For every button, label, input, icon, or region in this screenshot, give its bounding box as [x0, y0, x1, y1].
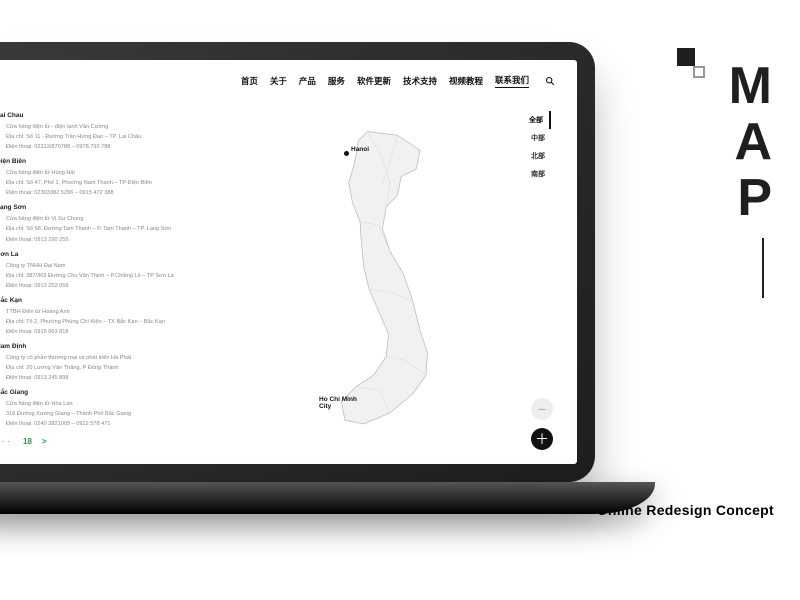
map-column: Hanoi Ho Chi Minh City 全部中部北部南部 − ＋ [220, 106, 559, 456]
filter-option[interactable]: 南部 [505, 165, 551, 183]
nav-item[interactable]: 服务 [328, 75, 345, 87]
title-divider [762, 238, 764, 298]
location-detail-line: Điện thoại: 0913 252 059 [6, 281, 206, 291]
location-detail-line: Điện thoại: 02313/870788 – 0978.792.788 [6, 142, 206, 152]
nav-item[interactable]: 产品 [299, 75, 316, 87]
accent-square-outline [693, 66, 705, 78]
top-nav: 首页关于产品服务软件更新技术支持视频教程联系我们 [0, 60, 577, 98]
location-detail-line: TTBH Điện tử Hoàng Anh [6, 307, 206, 317]
vietnam-map[interactable] [315, 124, 465, 439]
filter-option[interactable]: 全部 [505, 111, 551, 129]
location-detail-line: Địa chỉ: Số 11 - Đường Trần Hưng Đạo – T… [6, 132, 206, 142]
filter-option[interactable]: 北部 [505, 147, 551, 165]
location-detail-line: Cửa hàng điện tử - điện lạnh Văn Cường [6, 122, 206, 132]
location-detail-list: Cửa hàng điện tử - điện lạnh Văn CườngĐị… [0, 122, 206, 152]
location-detail-list: Công ty TNHH Đại NamĐịa chỉ: 387/369 Đườ… [0, 261, 206, 291]
location-detail-line: Công ty cổ phần thương mại và phát triển… [6, 353, 206, 363]
nav-item[interactable]: 首页 [241, 75, 258, 87]
region-filter: 全部中部北部南部 [505, 111, 551, 183]
location-region-heading: Bắc Kạn [0, 297, 206, 304]
page-body: 北 部 Lai ChauCửa hàng điện tử - điện lạnh… [0, 98, 577, 464]
nav-item[interactable]: 视频教程 [449, 75, 483, 87]
zoom-out-button[interactable]: − [531, 398, 553, 420]
location-detail-line: Cửa hàng điện tử Hùng Hải [6, 168, 206, 178]
title-letter: A [734, 116, 774, 168]
city-marker-hanoi[interactable] [344, 151, 349, 156]
location-detail-line: Điện thoại: 02303382 5296 – 0915 472 388 [6, 188, 206, 198]
location-detail-line: Địa chỉ: Số 47, Phố 1, Phường Nam Thanh … [6, 178, 206, 188]
location-region-heading: Nam Định [0, 343, 206, 350]
location-detail-line: Điện thoại: 0913 290 255 [6, 235, 206, 245]
accent-square-solid [677, 48, 695, 66]
location-detail-line: Cửa hàng điện tử Vị Sư Chung [6, 214, 206, 224]
filter-option[interactable]: 中部 [505, 129, 551, 147]
location-detail-line: 316 Đường Xương Giang – Thành Phố Bắc Gi… [6, 409, 206, 419]
location-detail-list: Cửa hàng điện tử Hòa Lan316 Đường Xương … [0, 399, 206, 429]
location-detail-line: Công ty TNHH Đại Nam [6, 261, 206, 271]
location-region-heading: Sơn La [0, 251, 206, 258]
pager-next[interactable]: > [42, 437, 47, 446]
page-title-vertical: M A P [729, 60, 774, 298]
nav-item[interactable]: 联系我们 [495, 74, 529, 88]
nav-item[interactable]: 技术支持 [403, 75, 437, 87]
location-detail-line: Địa chỉ: 20 Lương Văn Thăng, P Đống Thàn… [6, 363, 206, 373]
location-detail-line: Điện thoại: 0240 3821005 – 0912 578 471 [6, 419, 206, 429]
location-detail-list: TTBH Điện tử Hoàng AnhĐịa chỉ: Tổ 2, Phư… [0, 307, 206, 337]
location-detail-line: Địa chỉ: Tổ 2, Phường Phùng Chí Kiên – T… [6, 317, 206, 327]
location-detail-line: Điện thoại: 0915 063 818 [6, 327, 206, 337]
nav-item[interactable]: 关于 [270, 75, 287, 87]
location-detail-list: Cửa hàng điện tử Vị Sư ChungĐịa chỉ: Số … [0, 214, 206, 244]
location-detail-line: Địa chỉ: Số 58, Đường Tam Thanh – P. Tam… [6, 224, 206, 234]
location-detail-list: Công ty cổ phần thương mại và phát triển… [0, 353, 206, 383]
laptop-base [0, 482, 655, 514]
location-detail-line: Địa chỉ: 387/369 Đường Chu Văn Thịnh – P… [6, 271, 206, 281]
zoom-controls: − ＋ [531, 398, 553, 450]
location-detail-line: Cửa hàng điện tử Hòa Lan [6, 399, 206, 409]
location-region-heading: Lai Chau [0, 112, 206, 119]
pager-dots: ··· [0, 437, 13, 446]
search-icon[interactable] [545, 76, 555, 86]
pager-current: 18 [23, 437, 32, 446]
pagination: ··· 18 > [0, 437, 206, 446]
location-detail-list: Cửa hàng điện tử Hùng HảiĐịa chỉ: Số 47,… [0, 168, 206, 198]
location-detail-line: Điện thoại: 0913 245 898 [6, 373, 206, 383]
title-letter: P [737, 172, 774, 224]
laptop-screen: 首页关于产品服务软件更新技术支持视频教程联系我们 北 部 Lai ChauCửa… [0, 60, 577, 464]
laptop-mockup: 首页关于产品服务软件更新技术支持视频教程联系我们 北 部 Lai ChauCửa… [0, 42, 595, 512]
location-list: Lai Chau Cửa hàng điện tử - điện lạnh Văn… [0, 106, 206, 456]
location-region-heading: Lạng Sơn [0, 204, 206, 211]
laptop-lid: 首页关于产品服务软件更新技术支持视频教程联系我们 北 部 Lai ChauCửa… [0, 42, 595, 482]
title-letter: M [729, 60, 774, 112]
location-region-heading: Bắc Giang [0, 389, 206, 396]
nav-item[interactable]: 软件更新 [357, 75, 391, 87]
zoom-in-button[interactable]: ＋ [531, 428, 553, 450]
location-region-heading: Điện Biên [0, 158, 206, 165]
